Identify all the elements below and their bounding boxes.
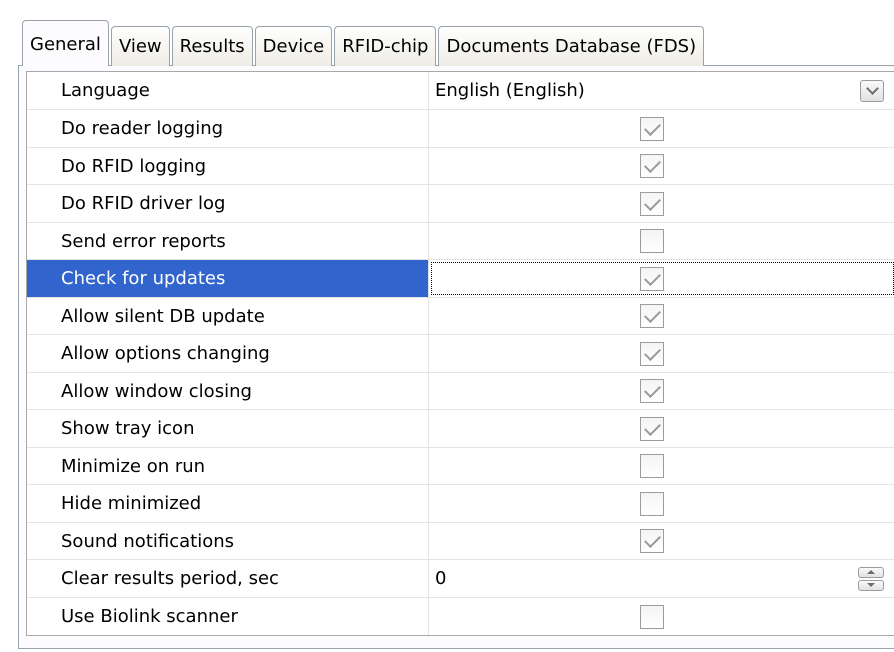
property-row-do-rfid-logging[interactable]: Do RFID logging [27,147,894,184]
property-label: Clear results period, sec [27,560,429,597]
tab-rfid-chip[interactable]: RFID-chip [334,26,437,66]
chevron-down-icon[interactable] [860,79,884,102]
property-row-allow-window-closing[interactable]: Allow window closing [27,372,894,409]
property-value [429,448,894,484]
property-label: Sound notifications [27,523,429,559]
language-value: English (English) [435,80,585,101]
property-label: Hide minimized [27,485,429,522]
allow-window-closing-checkbox[interactable] [640,379,664,403]
tab-label: View [118,36,162,57]
checkmark-icon [643,343,661,361]
property-label: Use Biolink scanner [27,598,429,635]
property-row-allow-silent-db-update[interactable]: Allow silent DB update [27,297,894,334]
checkmark-icon [643,306,661,323]
tab-label: Device [262,36,325,57]
tab-label: General [30,34,101,55]
hide-minimized-checkbox[interactable] [640,491,664,516]
sound-notifications-checkbox[interactable] [640,529,664,553]
clear-results-period-value: 0 [435,568,447,589]
property-label: Language [27,72,429,109]
use-biolink-scanner-checkbox[interactable] [640,604,664,629]
property-row-show-tray-icon[interactable]: Show tray icon [27,409,894,447]
show-tray-icon-checkbox[interactable] [640,416,664,441]
property-label: Minimize on run [27,448,429,484]
property-row-clear-results-period[interactable]: Clear results period, sec 0 [27,559,894,597]
tab-label: Results [179,36,245,57]
arrow-up-icon [867,570,875,574]
property-label: Allow silent DB update [27,298,429,334]
tab-device[interactable]: Device [254,26,333,66]
property-value [429,110,894,147]
checkmark-icon [643,418,661,436]
property-row-allow-options-changing[interactable]: Allow options changing [27,334,894,372]
do-rfid-logging-checkbox[interactable] [640,154,664,178]
checkmark-icon [643,156,661,173]
spinner-updown-icon [858,566,884,591]
property-value [429,260,894,297]
property-value [429,335,894,372]
tab-results[interactable]: Results [171,26,253,66]
property-label: Check for updates [27,260,429,297]
property-label: Allow options changing [27,335,429,372]
checkmark-icon [643,118,661,136]
checkmark-icon [643,268,661,286]
property-label: Do RFID driver log [27,185,429,222]
spin-up-button[interactable] [858,566,884,578]
tab-panel-general: Language English (English) Do reader log… [18,65,894,649]
spin-down-button[interactable] [858,579,884,591]
property-row-do-reader-logging[interactable]: Do reader logging [27,109,894,147]
property-value [429,298,894,334]
property-grid: Language English (English) Do reader log… [26,71,894,636]
property-value [429,148,894,184]
tab-documents-database[interactable]: Documents Database (FDS) [438,26,705,66]
tab-label: Documents Database (FDS) [446,36,697,57]
check-for-updates-checkbox[interactable] [640,266,664,291]
allow-options-changing-checkbox[interactable] [640,341,664,366]
property-value [429,373,894,409]
tab-general[interactable]: General [22,20,109,66]
property-value [429,223,894,259]
property-value [429,185,894,222]
property-row-minimize-on-run[interactable]: Minimize on run [27,447,894,484]
arrow-down-icon [867,583,875,587]
property-value [429,598,894,635]
tab-strip: General View Results Device RFID-chip Do… [22,20,706,66]
property-row-check-for-updates[interactable]: Check for updates [27,259,894,297]
checkmark-icon [643,193,661,211]
clear-results-period-input[interactable]: 0 [429,560,894,597]
allow-silent-db-update-checkbox[interactable] [640,304,664,328]
property-row-language[interactable]: Language English (English) [27,72,894,109]
property-label: Show tray icon [27,410,429,447]
checkmark-icon [643,531,661,548]
send-error-reports-checkbox[interactable] [640,229,664,253]
tab-label: RFID-chip [342,36,429,57]
checkmark-icon [643,381,661,398]
property-row-sound-notifications[interactable]: Sound notifications [27,522,894,559]
property-label: Allow window closing [27,373,429,409]
property-label: Do reader logging [27,110,429,147]
property-row-do-rfid-driver-log[interactable]: Do RFID driver log [27,184,894,222]
tab-view[interactable]: View [110,26,170,66]
do-reader-logging-checkbox[interactable] [640,116,664,141]
property-row-use-biolink-scanner[interactable]: Use Biolink scanner [27,597,894,635]
minimize-on-run-checkbox[interactable] [640,454,664,478]
property-label: Send error reports [27,223,429,259]
property-value [429,523,894,559]
property-row-send-error-reports[interactable]: Send error reports [27,222,894,259]
do-rfid-driver-log-checkbox[interactable] [640,191,664,216]
language-select[interactable]: English (English) [429,72,894,109]
property-value [429,485,894,522]
property-value [429,410,894,447]
property-row-hide-minimized[interactable]: Hide minimized [27,484,894,522]
property-label: Do RFID logging [27,148,429,184]
